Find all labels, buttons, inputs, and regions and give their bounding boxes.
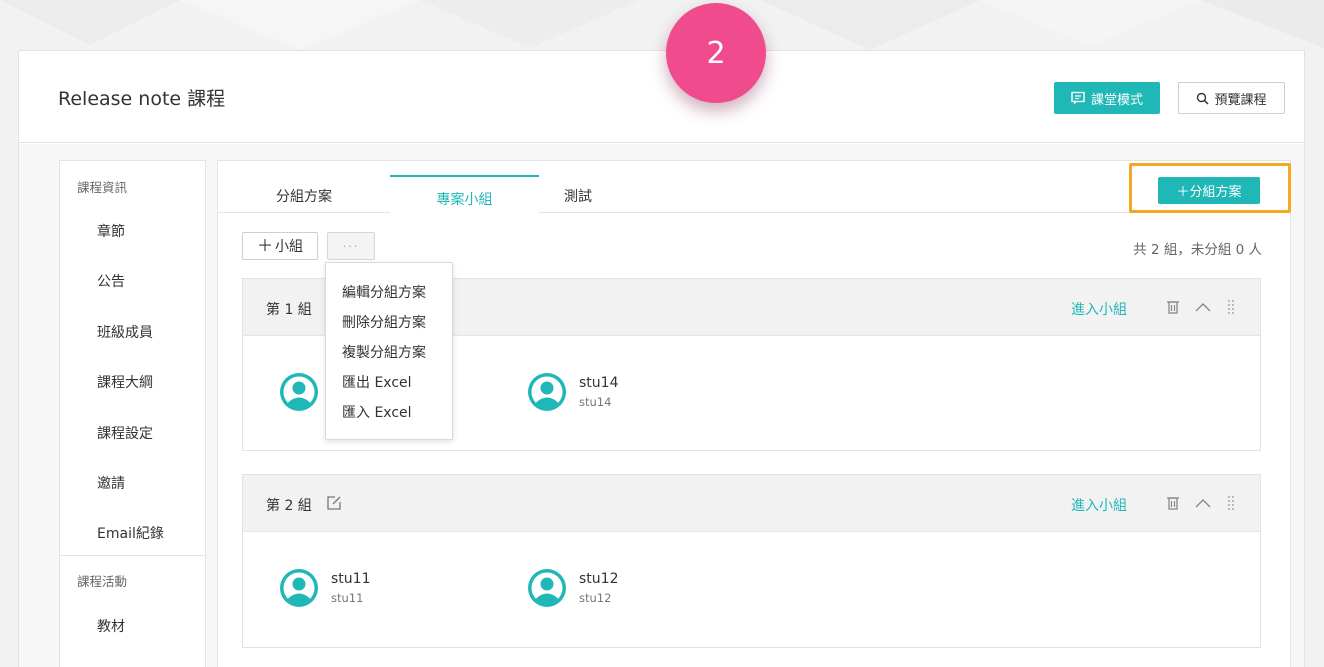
add-group-label: 小組	[275, 239, 303, 255]
group-name: 第 1 組	[266, 302, 312, 318]
member-name: stu14	[579, 375, 619, 391]
member-id: stu11	[331, 591, 364, 605]
member-name: stu11	[331, 571, 371, 587]
more-options-button[interactable]: ···	[327, 232, 375, 260]
menu-item-delete-scheme[interactable]: 刪除分組方案	[342, 312, 426, 332]
sidebar-item-settings[interactable]: 課程設定	[97, 423, 153, 443]
sidebar-item-materials[interactable]: 教材	[97, 616, 125, 636]
page-title: Release note 課程	[58, 88, 226, 110]
sidebar-item-members[interactable]: 班級成員	[97, 322, 153, 342]
user-avatar-icon	[280, 373, 318, 411]
group-card: 第 2 組 進入小組 stu11 stu11 stu12 stu12	[242, 474, 1261, 648]
menu-item-import-excel[interactable]: 匯入 Excel	[342, 402, 412, 422]
sidebar-item-syllabus[interactable]: 課程大綱	[97, 372, 153, 392]
sidebar-item-chapters[interactable]: 章節	[97, 221, 125, 241]
member-name: stu12	[579, 571, 619, 587]
sidebar: 課程資訊 章節 公告 班級成員 課程大綱 課程設定 邀請 Email紀錄 課程活…	[59, 160, 206, 667]
trash-icon[interactable]	[1164, 298, 1182, 316]
preview-course-button[interactable]: 預覽課程	[1178, 82, 1285, 114]
user-avatar-icon	[280, 569, 318, 607]
group-name: 第 2 組	[266, 498, 312, 514]
add-scheme-button[interactable]: ＋分組方案	[1158, 177, 1260, 204]
tab-grouping-schemes[interactable]: 分組方案	[218, 175, 390, 213]
search-icon	[1197, 92, 1210, 105]
sidebar-divider	[60, 555, 205, 556]
step-number-badge: 2	[666, 3, 766, 103]
page-header: Release note 課程 課堂模式 預覽課程	[19, 51, 1304, 143]
menu-item-export-excel[interactable]: 匯出 Excel	[342, 372, 412, 392]
group-summary: 共 2 組，未分組 0 人	[1133, 242, 1262, 258]
member-id: stu12	[579, 591, 612, 605]
add-scheme-highlight: ＋分組方案	[1129, 163, 1291, 213]
chat-icon	[1071, 91, 1085, 105]
enter-group-link[interactable]: 進入小組	[1071, 495, 1127, 515]
chevron-up-icon[interactable]	[1194, 496, 1212, 510]
sidebar-item-announcements[interactable]: 公告	[97, 271, 125, 291]
sidebar-item-email-log[interactable]: Email紀錄	[97, 523, 164, 543]
course-window: Release note 課程 課堂模式 預覽課程 課程資訊 章節 公告 班級成…	[18, 50, 1305, 667]
more-options-menu: 編輯分組方案 刪除分組方案 複製分組方案 匯出 Excel 匯入 Excel	[325, 262, 453, 440]
menu-item-copy-scheme[interactable]: 複製分組方案	[342, 342, 426, 362]
sidebar-section-activity: 課程活動	[77, 574, 128, 589]
plus-icon: ＋	[256, 236, 273, 255]
sidebar-item-invite[interactable]: 邀請	[97, 473, 125, 493]
user-avatar-icon	[528, 373, 566, 411]
menu-item-edit-scheme[interactable]: 編輯分組方案	[342, 282, 426, 302]
classroom-mode-label: 課堂模式	[1090, 92, 1143, 108]
drag-handle-icon[interactable]	[1226, 494, 1236, 512]
tab-test[interactable]: 測試	[518, 175, 638, 213]
enter-group-link[interactable]: 進入小組	[1071, 299, 1127, 319]
user-avatar-icon	[528, 569, 566, 607]
trash-icon[interactable]	[1164, 494, 1182, 512]
tab-project-groups[interactable]: 專案小組	[390, 175, 539, 214]
chevron-up-icon[interactable]	[1194, 300, 1212, 314]
drag-handle-icon[interactable]	[1226, 298, 1236, 316]
edit-icon[interactable]	[325, 494, 343, 512]
classroom-mode-button[interactable]: 課堂模式	[1054, 82, 1160, 114]
add-group-button[interactable]: ＋ 小組	[242, 232, 318, 260]
preview-course-label: 預覽課程	[1214, 92, 1267, 108]
member-id: stu14	[579, 395, 612, 409]
body-area: 課程資訊 章節 公告 班級成員 課程大綱 課程設定 邀請 Email紀錄 課程活…	[19, 144, 1304, 667]
tab-bar: 分組方案 專案小組 測試 ＋分組方案	[218, 161, 1291, 214]
sidebar-section-info: 課程資訊	[77, 180, 128, 195]
group-header: 第 2 組 進入小組	[243, 475, 1260, 532]
